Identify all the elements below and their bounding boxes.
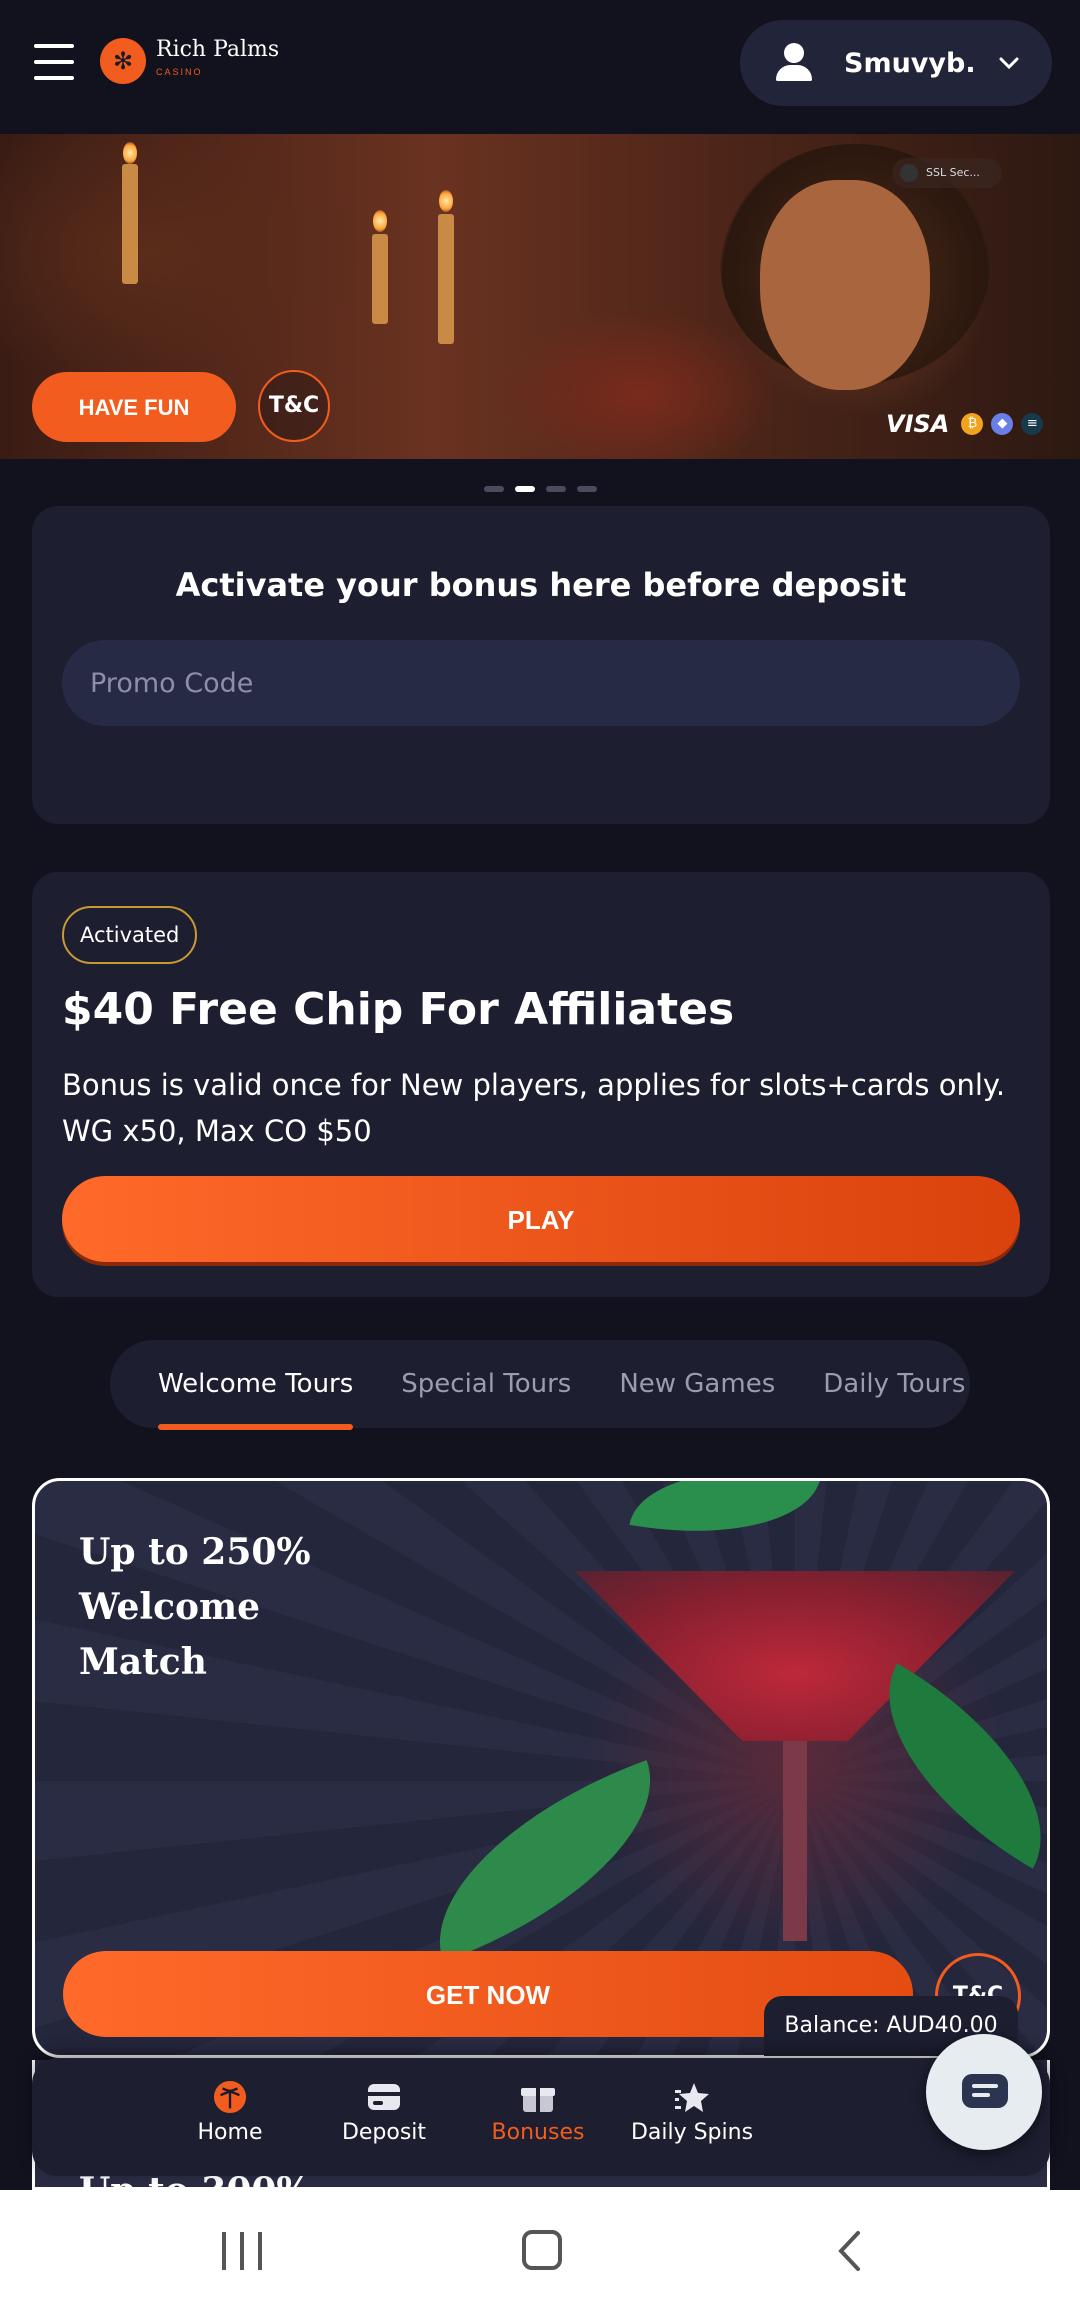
- nav-deposit-label: Deposit: [341, 2120, 427, 2145]
- top-header: ✻ Rich Palms CASINO Smuvyb...: [0, 0, 1080, 134]
- banner-decoration: [122, 164, 138, 284]
- nav-home[interactable]: Home: [160, 2080, 300, 2145]
- cocktail-stem-image: [783, 1741, 807, 1941]
- bitcoin-icon: ₿: [961, 413, 984, 435]
- nav-daily-spins[interactable]: Daily Spins: [622, 2080, 762, 2145]
- user-icon: [774, 43, 814, 83]
- nav-bonuses-label: Bonuses: [491, 2120, 585, 2145]
- logo-name: Rich Palms: [156, 37, 280, 62]
- back-icon[interactable]: [836, 2230, 862, 2272]
- system-navigation-bar: [0, 2190, 1080, 2316]
- brand-logo[interactable]: ✻ Rich Palms CASINO: [100, 38, 279, 84]
- banner-character: [760, 180, 930, 390]
- pagination-dot[interactable]: [484, 486, 504, 492]
- menu-icon[interactable]: [34, 44, 74, 80]
- promo-banner[interactable]: SSL Sec... HAVE FUN T&C VISA ₿ ◆ ≡: [0, 134, 1080, 459]
- tab-new-games[interactable]: New Games: [619, 1340, 775, 1428]
- bottom-navigation: Home Deposit Bonuses Daily Spins: [32, 2058, 1050, 2176]
- banner-decoration: [372, 234, 388, 324]
- flame-decoration: [373, 210, 387, 232]
- chat-icon: [962, 2074, 1008, 2108]
- palm-logo-icon: ✻: [100, 38, 146, 84]
- nav-deposit[interactable]: Deposit: [314, 2080, 454, 2145]
- pagination-dot[interactable]: [546, 486, 566, 492]
- tab-special-tours[interactable]: Special Tours: [401, 1340, 571, 1428]
- ssl-badge: SSL Sec...: [892, 158, 1002, 188]
- nav-daily-spins-label: Daily Spins: [630, 2120, 754, 2145]
- palm-logo-icon: [213, 2080, 247, 2114]
- recent-apps-icon[interactable]: [220, 2232, 264, 2270]
- gift-icon: [521, 2088, 555, 2112]
- logo-sub: CASINO: [156, 67, 203, 77]
- username: Smuvyb...: [844, 47, 974, 79]
- leaf-decoration: [629, 1481, 821, 1557]
- visa-logo: VISA: [886, 410, 950, 438]
- pagination-dot-active[interactable]: [515, 486, 535, 492]
- crypto-coin-icon: ≡: [1021, 413, 1044, 435]
- account-dropdown[interactable]: Smuvyb...: [740, 20, 1052, 106]
- pagination-dot[interactable]: [577, 486, 597, 492]
- promo-title: Activate your bonus here before deposit: [175, 566, 907, 604]
- banner-pagination: [484, 486, 597, 492]
- nav-home-label: Home: [197, 2120, 263, 2145]
- tab-welcome-tours[interactable]: Welcome Tours: [158, 1340, 354, 1430]
- flame-decoration: [123, 142, 137, 164]
- tab-daily-tours[interactable]: Daily Tours: [823, 1340, 965, 1428]
- promo-code-input[interactable]: [62, 640, 1020, 726]
- payment-logos: VISA ₿ ◆ ≡: [886, 410, 1044, 438]
- promo-code-card: Activate your bonus here before deposit: [32, 506, 1050, 824]
- banner-decoration: [438, 214, 454, 344]
- leaf-decoration: [402, 1760, 688, 1962]
- have-fun-button[interactable]: HAVE FUN: [32, 372, 236, 442]
- wallet-icon: [368, 2084, 400, 2110]
- welcome-tour-card[interactable]: Up to 250% Welcome Match GET NOW T&C: [32, 1478, 1050, 2058]
- banner-tc-button[interactable]: T&C: [258, 370, 330, 442]
- chevron-down-icon: [999, 57, 1019, 70]
- bonus-card: Activated $40 Free Chip For Affiliates B…: [32, 872, 1050, 1297]
- star-icon: [675, 2083, 709, 2112]
- bonus-title: $40 Free Chip For Affiliates: [62, 984, 735, 1035]
- ethereum-icon: ◆: [991, 413, 1014, 435]
- play-button[interactable]: PLAY: [62, 1176, 1020, 1262]
- home-icon[interactable]: [522, 2230, 562, 2270]
- bonus-description: Bonus is valid once for New players, app…: [62, 1068, 1006, 1148]
- flame-decoration: [439, 190, 453, 212]
- status-badge: Activated: [62, 906, 198, 964]
- tour-title: Up to 250% Welcome Match: [79, 1531, 311, 1683]
- tour-tabs: Welcome Tours Special Tours New Games Da…: [110, 1340, 970, 1430]
- chat-support-button[interactable]: [926, 2034, 1042, 2150]
- nav-bonuses[interactable]: Bonuses: [468, 2080, 608, 2145]
